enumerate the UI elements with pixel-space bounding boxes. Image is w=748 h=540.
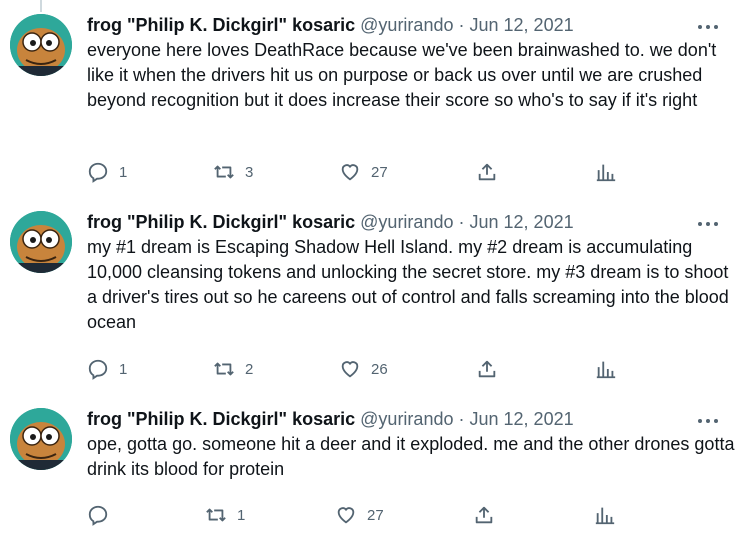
share-button[interactable] <box>476 160 498 184</box>
tweet[interactable]: frog "Philip K. Dickgirl" kosaric @yurir… <box>0 14 748 204</box>
retweet-icon <box>214 362 234 376</box>
heart-icon <box>337 507 355 524</box>
like-count: 27 <box>367 506 384 524</box>
retweet-count: 3 <box>245 163 254 181</box>
heart-icon <box>341 361 359 378</box>
more-icon[interactable] <box>696 23 720 33</box>
more-icon[interactable] <box>696 220 720 230</box>
separator: · <box>458 212 465 232</box>
analytics-button[interactable] <box>594 503 616 527</box>
tweet-date[interactable]: Jun 12, 2021 <box>470 15 574 35</box>
tweet-text: my #1 dream is Escaping Shadow Hell Isla… <box>87 237 729 332</box>
share-button[interactable] <box>476 357 498 381</box>
retweet-icon <box>214 165 234 179</box>
tweet[interactable]: frog "Philip K. Dickgirl" kosaric @yurir… <box>0 408 748 538</box>
analytics-icon <box>595 507 615 525</box>
tweet-header: frog "Philip K. Dickgirl" kosaric @yurir… <box>87 408 574 430</box>
tweet-actions: 1 3 27 <box>87 160 737 184</box>
like-button[interactable]: 27 <box>335 503 384 527</box>
reply-button[interactable]: 1 <box>87 357 127 381</box>
share-button[interactable] <box>473 503 495 527</box>
analytics-icon <box>596 164 616 182</box>
avatar[interactable] <box>10 211 72 273</box>
author-handle[interactable]: @yurirando <box>360 212 453 232</box>
thread-line <box>40 0 42 12</box>
more-icon[interactable] <box>696 417 720 427</box>
share-icon <box>478 360 496 378</box>
like-button[interactable]: 27 <box>339 160 388 184</box>
analytics-button[interactable] <box>595 160 617 184</box>
author-name[interactable]: frog "Philip K. Dickgirl" kosaric <box>87 409 355 429</box>
tweet-actions: 1 27 <box>87 503 737 527</box>
analytics-button[interactable] <box>595 357 617 381</box>
heart-icon <box>341 164 359 181</box>
reply-button[interactable]: 1 <box>87 160 127 184</box>
tweet-text: everyone here loves DeathRace because we… <box>87 40 717 110</box>
tweet-header: frog "Philip K. Dickgirl" kosaric @yurir… <box>87 14 574 36</box>
like-count: 26 <box>371 360 388 378</box>
separator: · <box>458 15 465 35</box>
like-count: 27 <box>371 163 388 181</box>
retweet-button[interactable]: 3 <box>213 160 253 184</box>
reply-count: 1 <box>119 163 128 181</box>
reply-count: 1 <box>119 360 128 378</box>
author-handle[interactable]: @yurirando <box>360 409 453 429</box>
tweet[interactable]: frog "Philip K. Dickgirl" kosaric @yurir… <box>0 211 748 401</box>
tweet-date[interactable]: Jun 12, 2021 <box>470 409 574 429</box>
like-button[interactable]: 26 <box>339 357 388 381</box>
author-name[interactable]: frog "Philip K. Dickgirl" kosaric <box>87 15 355 35</box>
reply-icon <box>88 162 108 183</box>
analytics-icon <box>596 361 616 379</box>
avatar[interactable] <box>10 14 72 76</box>
tweet-date[interactable]: Jun 12, 2021 <box>470 212 574 232</box>
author-handle[interactable]: @yurirando <box>360 15 453 35</box>
retweet-button[interactable]: 2 <box>213 357 253 381</box>
author-name[interactable]: frog "Philip K. Dickgirl" kosaric <box>87 212 355 232</box>
tweet-actions: 1 2 26 <box>87 357 737 381</box>
reply-icon <box>88 359 108 380</box>
separator: · <box>458 409 465 429</box>
retweet-count: 1 <box>237 506 246 524</box>
retweet-icon <box>206 508 226 522</box>
share-icon <box>478 163 496 181</box>
reply-icon <box>88 505 108 526</box>
avatar[interactable] <box>10 408 72 470</box>
retweet-count: 2 <box>245 360 254 378</box>
reply-button[interactable] <box>87 503 119 527</box>
retweet-button[interactable]: 1 <box>205 503 245 527</box>
tweet-header: frog "Philip K. Dickgirl" kosaric @yurir… <box>87 211 574 233</box>
share-icon <box>475 506 493 524</box>
tweet-text: ope, gotta go. someone hit a deer and it… <box>87 434 735 479</box>
